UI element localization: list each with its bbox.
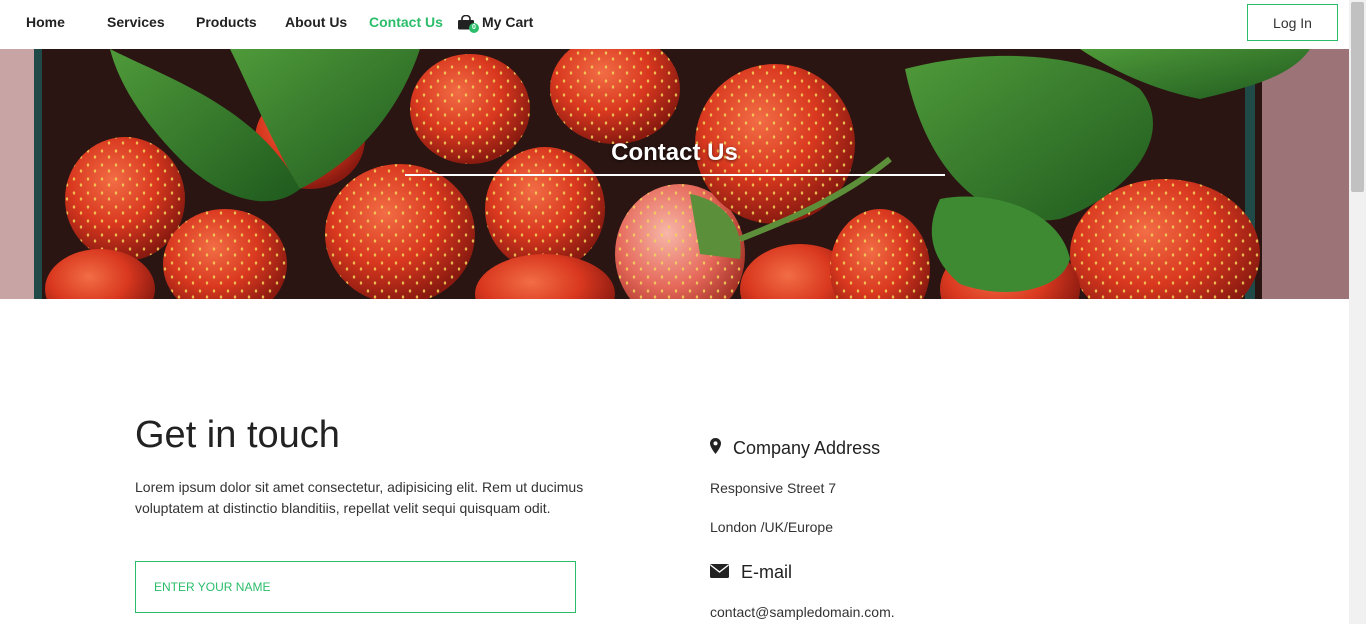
nav-products[interactable]: Products: [196, 14, 257, 30]
hero-title: Contact Us: [611, 139, 738, 166]
map-pin-icon: [710, 438, 721, 459]
get-in-touch-heading: Get in touch: [135, 414, 340, 456]
company-address-heading: Company Address: [710, 438, 880, 459]
page-scrollbar[interactable]: [1349, 0, 1366, 624]
email-value[interactable]: contact@sampledomain.com.: [710, 604, 895, 620]
address-line-2: London /UK/Europe: [710, 519, 833, 535]
hero-title-underline: [405, 174, 945, 176]
top-navbar: Home Services Products About Us Contact …: [0, 0, 1349, 49]
contact-intro-text: Lorem ipsum dolor sit amet consectetur, …: [135, 479, 584, 516]
page: Home Services Products About Us Contact …: [0, 0, 1349, 624]
email-heading: E-mail: [710, 562, 792, 583]
nav-services[interactable]: Services: [107, 14, 165, 30]
cart-count-badge: 0: [469, 22, 479, 33]
nav-about-us[interactable]: About Us: [285, 14, 347, 30]
nav-my-cart[interactable]: 0 My Cart: [457, 14, 534, 33]
shopping-bag-icon: 0: [457, 14, 479, 33]
email-title: E-mail: [741, 562, 793, 582]
nav-contact-us[interactable]: Contact Us: [369, 14, 443, 30]
company-address-title: Company Address: [733, 438, 881, 458]
name-input[interactable]: [135, 561, 576, 613]
cart-label: My Cart: [482, 14, 534, 30]
address-line-1: Responsive Street 7: [710, 480, 837, 496]
nav-home[interactable]: Home: [26, 14, 65, 30]
hero-banner: Contact Us: [0, 49, 1349, 299]
envelope-icon: [710, 562, 729, 583]
scrollbar-thumb[interactable]: [1351, 2, 1364, 192]
login-button[interactable]: Log In: [1247, 4, 1338, 41]
